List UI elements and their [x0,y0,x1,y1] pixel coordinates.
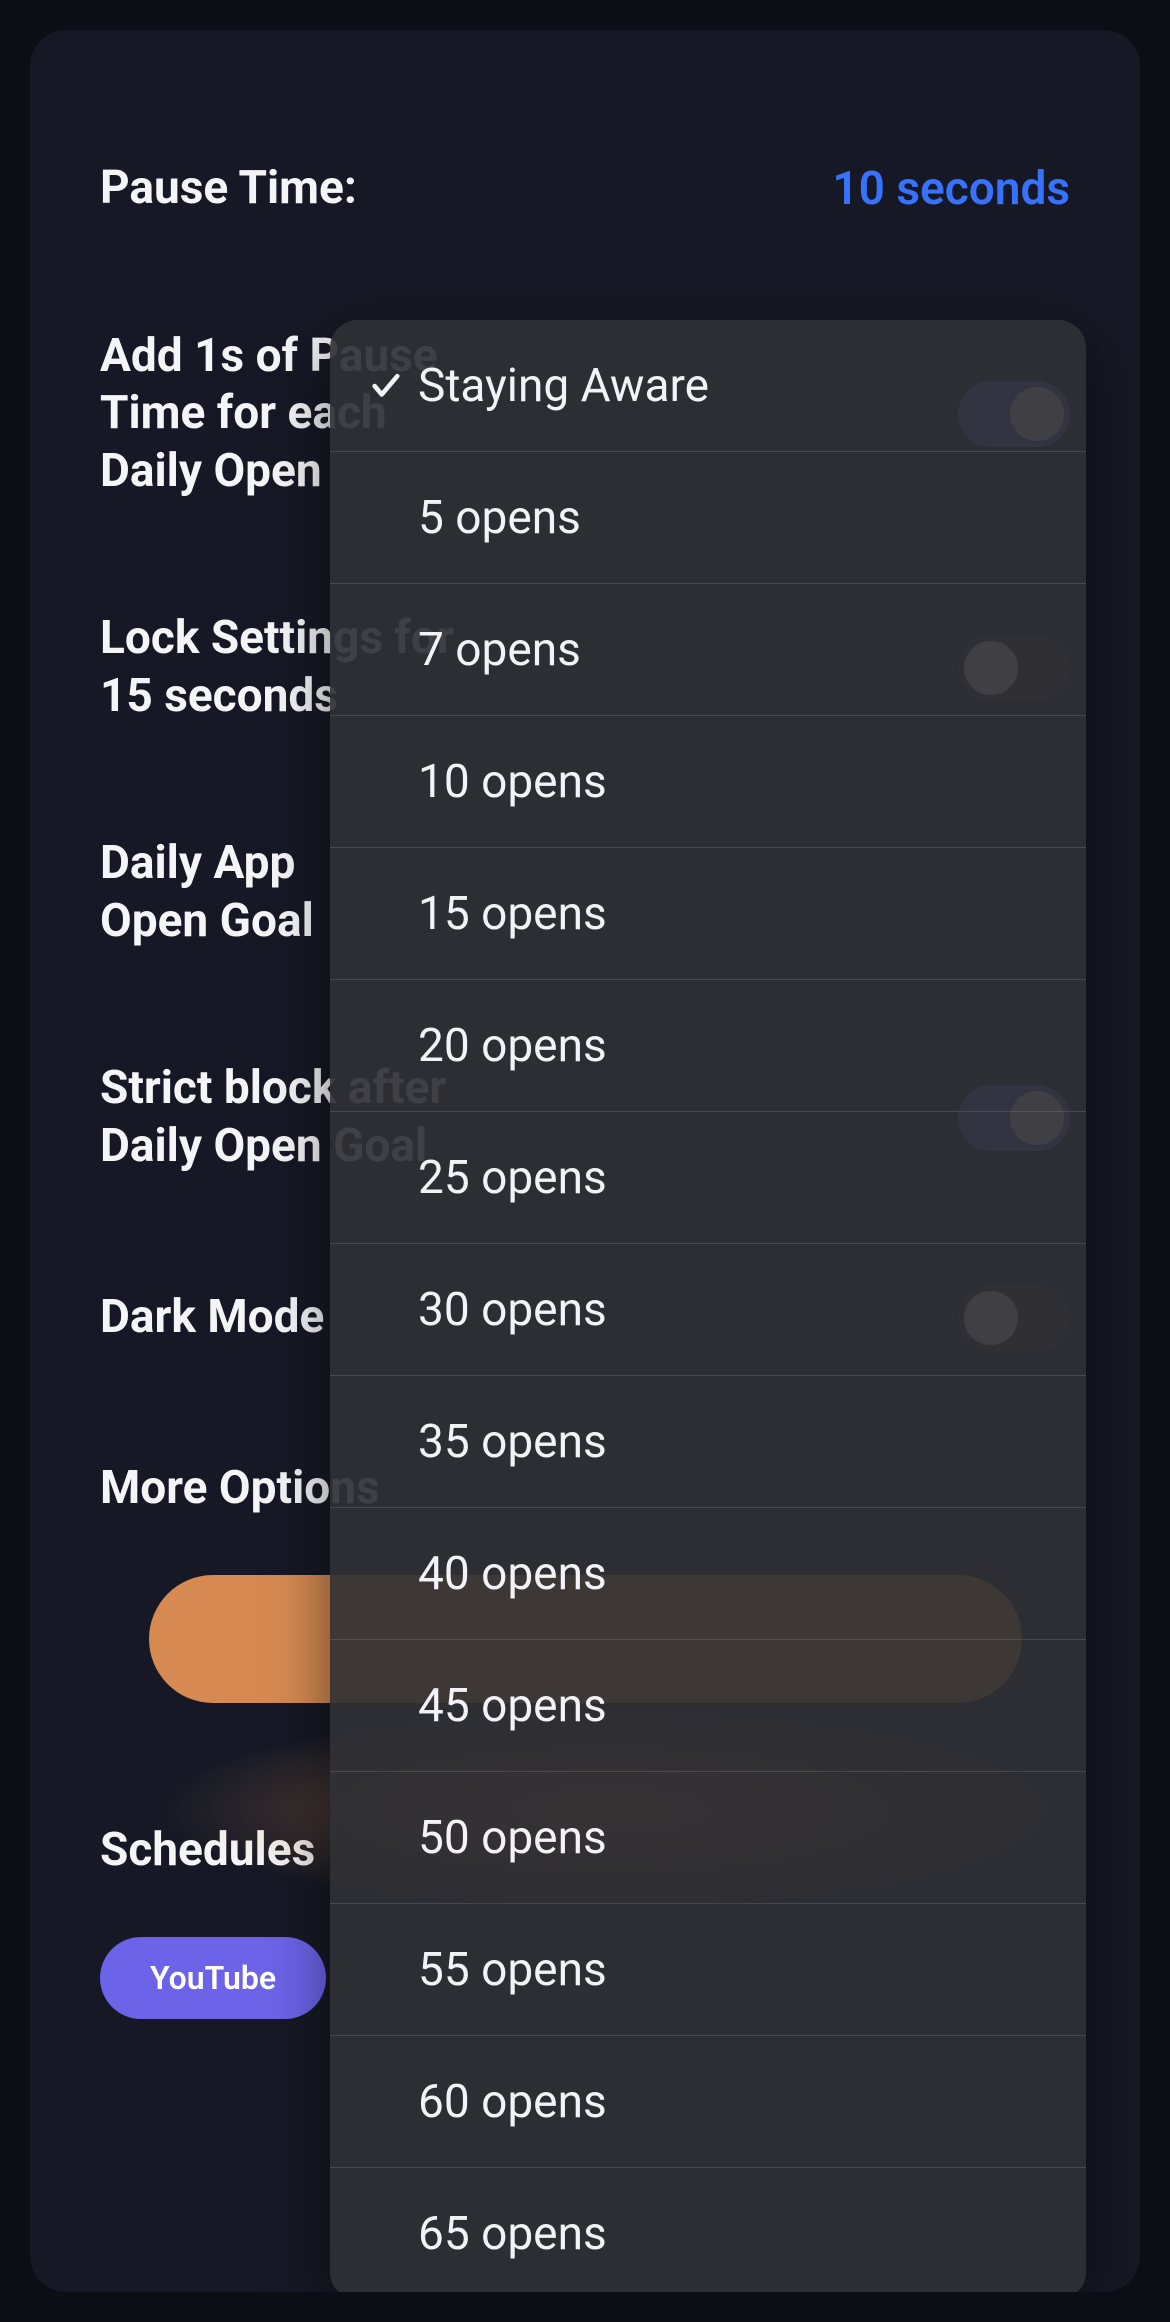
settings-card: Pause Time: 10 seconds Add 1s of Pause T… [30,30,1140,2292]
daily-open-goal-dropdown[interactable]: Staying Aware 5 opens 7 opens 10 opens 15 op… [330,320,1086,2292]
dropdown-item-label: 45 opens [418,1679,1058,1733]
pause-time-value[interactable]: 10 seconds [832,162,1070,216]
dropdown-item-label: 35 opens [418,1415,1058,1469]
dropdown-item-label: 15 opens [418,887,1058,941]
dropdown-item[interactable]: 5 opens [330,452,1086,584]
dropdown-item-label: 25 opens [418,1151,1058,1205]
dropdown-item[interactable]: 50 opens [330,1772,1086,1904]
dropdown-item-label: 20 opens [418,1019,1058,1073]
pause-time-label: Pause Time: [100,160,357,218]
dropdown-item-label: Staying Aware [418,359,1058,413]
dark-mode-label: Dark Mode [100,1289,324,1347]
dropdown-item[interactable]: 60 opens [330,2036,1086,2168]
dropdown-item[interactable]: 20 opens [330,980,1086,1112]
schedule-chip-youtube[interactable]: YouTube [100,1937,326,2019]
dropdown-item-label: 7 opens [418,623,1058,677]
dropdown-item-label: 55 opens [418,1943,1058,1997]
screen: Pause Time: 10 seconds Add 1s of Pause T… [0,0,1170,2322]
dropdown-item[interactable]: 7 opens [330,584,1086,716]
dropdown-item[interactable]: Staying Aware [330,320,1086,452]
schedule-chip-label: YouTube [150,1959,276,1997]
dropdown-item[interactable]: 55 opens [330,1904,1086,2036]
dropdown-item[interactable]: 65 opens [330,2168,1086,2292]
dropdown-item[interactable]: 15 opens [330,848,1086,980]
dropdown-item[interactable]: 35 opens [330,1376,1086,1508]
checkmark-icon [358,369,414,403]
dropdown-item[interactable]: 30 opens [330,1244,1086,1376]
dropdown-item-label: 40 opens [418,1547,1058,1601]
dropdown-item[interactable]: 40 opens [330,1508,1086,1640]
dropdown-item[interactable]: 45 opens [330,1640,1086,1772]
dropdown-item-label: 60 opens [418,2075,1058,2129]
dropdown-item-label: 30 opens [418,1283,1058,1337]
dropdown-item-label: 65 opens [418,2207,1058,2261]
row-pause-time: Pause Time: 10 seconds [100,160,1070,218]
dropdown-item[interactable]: 10 opens [330,716,1086,848]
daily-open-goal-label: Daily App Open Goal [100,835,314,950]
dropdown-item-label: 5 opens [418,491,1058,545]
dropdown-item-label: 50 opens [418,1811,1058,1865]
dropdown-item[interactable]: 25 opens [330,1112,1086,1244]
dropdown-item-label: 10 opens [418,755,1058,809]
